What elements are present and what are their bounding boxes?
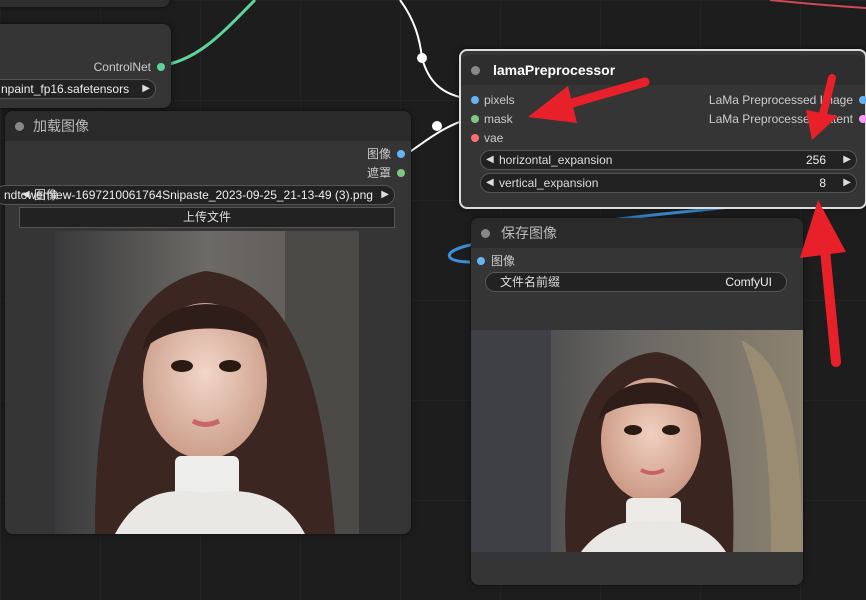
- portrait-output-image: [471, 330, 803, 552]
- portrait-image: [55, 231, 359, 534]
- output-image-label: 图像: [366, 147, 391, 161]
- load-image-node[interactable]: 加载图像 图像 遮罩 ◀ ndtowerhiew-1697210061764Sn…: [0, 111, 411, 534]
- collapse-dot-icon[interactable]: [15, 122, 24, 131]
- output-latent-dot[interactable]: [859, 115, 866, 123]
- collapse-dot-icon[interactable]: [481, 229, 490, 238]
- loaded-image-preview: [55, 231, 359, 534]
- input-vae-dot[interactable]: [471, 134, 479, 142]
- output-mask-label: 遮罩: [366, 166, 391, 180]
- input-vae-label: vae: [484, 131, 504, 145]
- output-image-dot[interactable]: [859, 96, 866, 104]
- controlnet-model-select[interactable]: npaint_fp16.safetensors ▶: [0, 79, 156, 99]
- load-image-title: 加载图像: [33, 118, 89, 134]
- filename-prefix-widget[interactable]: 文件名前缀 ComfyUI: [485, 272, 787, 292]
- horizontal-expansion-widget[interactable]: ◀ horizontal_expansion 256 ▶: [480, 150, 857, 170]
- input-image-label: 图像: [491, 254, 516, 268]
- increment-arrow-icon[interactable]: ▶: [843, 151, 851, 169]
- vertical-expansion-value: 8: [819, 176, 826, 190]
- collapse-dot-icon[interactable]: [471, 66, 480, 75]
- upload-file-button[interactable]: 上传文件: [19, 207, 395, 228]
- input-pixels-dot[interactable]: [471, 96, 479, 104]
- horizontal-expansion-value: 256: [805, 153, 826, 167]
- output-image-label: LaMa Preprocessed Image: [708, 93, 853, 107]
- filename-prefix-label: 文件名前缀: [500, 275, 561, 289]
- load-image-title-bar[interactable]: 加载图像: [5, 111, 411, 141]
- controlnet-node[interactable]: ControlNet npaint_fp16.safetensors ▶: [0, 24, 171, 108]
- output-mask-dot[interactable]: [397, 169, 405, 177]
- vertical-expansion-widget[interactable]: ◀ vertical_expansion 8 ▶: [480, 173, 857, 193]
- decrement-arrow-icon[interactable]: ◀: [486, 151, 494, 169]
- controlnet-model-value: npaint_fp16.safetensors: [1, 82, 130, 96]
- save-image-title-bar[interactable]: 保存图像: [471, 218, 803, 248]
- controlnet-output-dot[interactable]: [157, 63, 165, 71]
- image-file-value: ndtowerhiew-1697210061764Snipaste_2023-0…: [4, 188, 373, 202]
- save-image-node[interactable]: 保存图像 图像 文件名前缀 ComfyUI: [471, 218, 803, 585]
- arrow-right-icon[interactable]: ▶: [142, 80, 150, 98]
- decrement-arrow-icon[interactable]: ◀: [486, 174, 494, 192]
- controlnet-output-label: ControlNet: [93, 60, 151, 74]
- lama-title: lamaPreprocessor: [493, 62, 616, 78]
- output-image-dot[interactable]: [397, 150, 405, 158]
- image-file-label: 图像: [34, 188, 59, 202]
- horizontal-expansion-label: horizontal_expansion: [499, 153, 613, 167]
- filename-prefix-value: ComfyUI: [725, 275, 772, 289]
- input-mask-label: mask: [484, 112, 513, 126]
- arrow-right-icon[interactable]: ▶: [381, 186, 389, 204]
- image-file-select[interactable]: ◀ ndtowerhiew-1697210061764Snipaste_2023…: [0, 185, 395, 205]
- input-pixels-label: pixels: [484, 93, 515, 107]
- lama-preprocessor-node[interactable]: lamaPreprocessor pixels mask vae LaMa Pr…: [459, 49, 866, 209]
- save-image-title: 保存图像: [501, 225, 557, 241]
- controlnet-loader-node[interactable]: [0, 0, 170, 7]
- output-latent-label: LaMa Preprocessed Latent: [708, 112, 853, 126]
- vertical-expansion-label: vertical_expansion: [499, 176, 599, 190]
- increment-arrow-icon[interactable]: ▶: [843, 174, 851, 192]
- lama-title-bar[interactable]: lamaPreprocessor: [461, 55, 865, 85]
- input-image-dot[interactable]: [477, 257, 485, 265]
- saved-image-preview: [471, 330, 803, 552]
- input-mask-dot[interactable]: [471, 115, 479, 123]
